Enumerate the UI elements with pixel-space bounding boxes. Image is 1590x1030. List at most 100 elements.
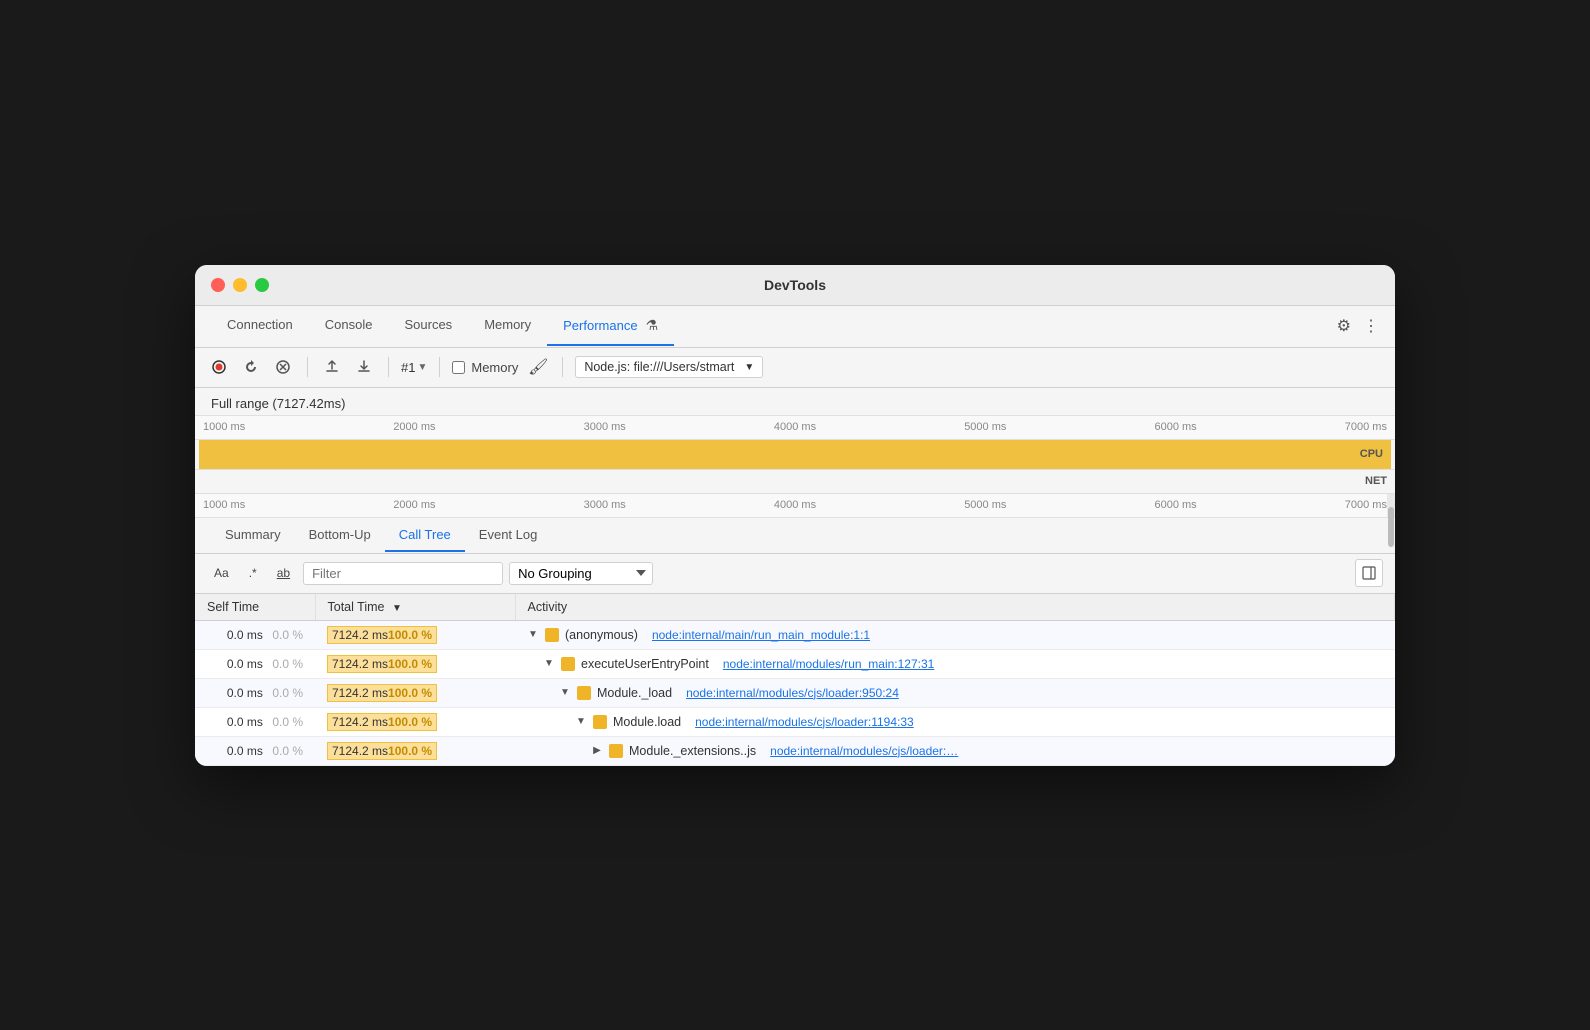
tab-memory[interactable]: Memory (468, 307, 547, 346)
toolbar-divider-3 (439, 357, 440, 377)
memory-checkbox-label[interactable]: Memory (452, 360, 518, 375)
cell-activity-0: ▼ (anonymous) node:internal/main/run_mai… (515, 620, 1395, 649)
activity-name-1: executeUserEntryPoint (581, 657, 709, 671)
table-header-row: Self Time Total Time ▼ Activity (195, 594, 1395, 621)
maximize-button[interactable] (255, 278, 269, 292)
ruler-mark-b-1: 2000 ms (393, 499, 435, 511)
expand-icon-2[interactable]: ▼ (559, 687, 571, 698)
grouping-select[interactable]: No GroupingGroup by ActivityGroup by Cat… (509, 562, 653, 585)
performance-toolbar: #1 ▼ Memory 🖌 Node.js: file:///Users/stm… (195, 348, 1395, 388)
traffic-lights (211, 278, 269, 292)
toolbar-divider-1 (307, 357, 308, 377)
timeline-ruler-bottom: 1000 ms 2000 ms 3000 ms 4000 ms 5000 ms … (195, 494, 1395, 518)
tab-connection[interactable]: Connection (211, 307, 309, 346)
session-dropdown-icon: ▼ (417, 362, 427, 373)
filter-aa-button[interactable]: Aa (207, 563, 236, 583)
net-bar-section: NET (195, 470, 1395, 494)
activity-link-1[interactable]: node:internal/modules/run_main:127:31 (723, 657, 934, 671)
tab-performance[interactable]: Performance ⚗ (547, 307, 674, 346)
cell-total-time-3: 7124.2 ms100.0 % (315, 707, 515, 736)
tab-bottom-up[interactable]: Bottom-Up (295, 519, 385, 552)
more-options-icon[interactable]: ⋮ (1363, 316, 1379, 336)
timeline-ruler-top: 1000 ms 2000 ms 3000 ms 4000 ms 5000 ms … (195, 416, 1395, 440)
title-bar: DevTools (195, 265, 1395, 306)
cpu-label: CPU (1360, 448, 1383, 460)
cell-activity-1: ▼ executeUserEntryPoint node:internal/mo… (515, 649, 1395, 678)
ruler-mark-b-4: 5000 ms (964, 499, 1006, 511)
cell-self-time-3: 0.0 ms 0.0 % (195, 707, 315, 736)
tab-summary[interactable]: Summary (211, 519, 295, 552)
net-label: NET (1365, 475, 1387, 487)
expand-icon-0[interactable]: ▼ (527, 629, 539, 640)
sort-icon: ▼ (392, 603, 402, 614)
table-row[interactable]: 0.0 ms 0.0 % 7124.2 ms100.0 % ▼ (anonymo… (195, 620, 1395, 649)
table-row[interactable]: 0.0 ms 0.0 % 7124.2 ms100.0 % ▼ Module.l… (195, 707, 1395, 736)
ruler-mark-3: 4000 ms (774, 421, 816, 433)
table-row[interactable]: 0.0 ms 0.0 % 7124.2 ms100.0 % ▶ Module._… (195, 736, 1395, 765)
memory-checkbox-input[interactable] (452, 361, 465, 374)
download-button[interactable] (352, 355, 376, 379)
ruler-mark-5: 6000 ms (1154, 421, 1196, 433)
th-total-time[interactable]: Total Time ▼ (315, 594, 515, 621)
ruler-mark-1: 2000 ms (393, 421, 435, 433)
activity-name-4: Module._extensions..js (629, 744, 756, 758)
ruler-mark-b-6: 7000 ms (1345, 499, 1387, 511)
filter-bar: Aa .* ab No GroupingGroup by ActivityGro… (195, 554, 1395, 594)
ruler-mark-b-5: 6000 ms (1154, 499, 1196, 511)
reload-record-button[interactable] (239, 355, 263, 379)
call-tree-table: Self Time Total Time ▼ Activity 0.0 ms (195, 594, 1395, 766)
ruler-mark-6: 7000 ms (1345, 421, 1387, 433)
activity-name-3: Module.load (613, 715, 681, 729)
th-activity: Activity (515, 594, 1395, 621)
cell-activity-3: ▼ Module.load node:internal/modules/cjs/… (515, 707, 1395, 736)
devtools-window: DevTools Connection Console Sources Memo… (195, 265, 1395, 766)
table-row[interactable]: 0.0 ms 0.0 % 7124.2 ms100.0 % ▼ executeU… (195, 649, 1395, 678)
expand-icon-3[interactable]: ▼ (575, 716, 587, 727)
ruler-mark-b-3: 4000 ms (774, 499, 816, 511)
filter-input[interactable] (303, 562, 503, 585)
panel-toggle-icon (1361, 565, 1377, 581)
minimize-button[interactable] (233, 278, 247, 292)
tab-sources[interactable]: Sources (388, 307, 468, 346)
target-selector[interactable]: Node.js: file:///Users/stmart ▼ (575, 356, 763, 378)
activity-link-3[interactable]: node:internal/modules/cjs/loader:1194:33 (695, 715, 914, 729)
session-selector[interactable]: #1 ▼ (401, 360, 427, 375)
call-tree-table-container[interactable]: Self Time Total Time ▼ Activity 0.0 ms (195, 594, 1395, 766)
activity-link-4[interactable]: node:internal/modules/cjs/loader:… (770, 744, 958, 758)
cell-self-time-4: 0.0 ms 0.0 % (195, 736, 315, 765)
panel-toggle-button[interactable] (1355, 559, 1383, 587)
tab-event-log[interactable]: Event Log (465, 519, 552, 552)
activity-link-0[interactable]: node:internal/main/run_main_module:1:1 (652, 628, 870, 642)
tab-call-tree[interactable]: Call Tree (385, 519, 465, 552)
ruler-marks-bottom: 1000 ms 2000 ms 3000 ms 4000 ms 5000 ms … (195, 499, 1395, 511)
filter-regex-button[interactable]: .* (242, 563, 264, 583)
th-self-time[interactable]: Self Time (195, 594, 315, 621)
timeline-range-label: Full range (7127.42ms) (195, 388, 1395, 416)
toolbar-divider-2 (388, 357, 389, 377)
target-label: Node.js: file:///Users/stmart (584, 360, 734, 374)
activity-icon-0 (545, 628, 559, 642)
settings-icon[interactable]: ⚙ (1337, 316, 1351, 336)
upload-button[interactable] (320, 355, 344, 379)
timeline-area: 1000 ms 2000 ms 3000 ms 4000 ms 5000 ms … (195, 416, 1395, 518)
main-tabs: Connection Console Sources Memory Perfor… (211, 307, 1337, 346)
expand-icon-1[interactable]: ▼ (543, 658, 555, 669)
cell-total-time-2: 7124.2 ms100.0 % (315, 678, 515, 707)
record-button[interactable] (207, 355, 231, 379)
tab-console[interactable]: Console (309, 307, 389, 346)
session-label: #1 (401, 360, 415, 375)
timeline-scrollbar[interactable] (1387, 494, 1395, 517)
table-row[interactable]: 0.0 ms 0.0 % 7124.2 ms100.0 % ▼ Module._… (195, 678, 1395, 707)
scrollbar-thumb[interactable] (1388, 507, 1394, 547)
cell-total-time-1: 7124.2 ms100.0 % (315, 649, 515, 678)
cell-self-time-0: 0.0 ms 0.0 % (195, 620, 315, 649)
clear-button[interactable] (271, 355, 295, 379)
activity-link-2[interactable]: node:internal/modules/cjs/loader:950:24 (686, 686, 899, 700)
ruler-mark-b-2: 3000 ms (584, 499, 626, 511)
expand-icon-4[interactable]: ▶ (591, 745, 603, 756)
ruler-mark-0: 1000 ms (203, 421, 245, 433)
close-button[interactable] (211, 278, 225, 292)
activity-icon-3 (593, 715, 607, 729)
filter-case-button[interactable]: ab (270, 563, 297, 583)
brush-icon: 🖌 (526, 355, 550, 379)
